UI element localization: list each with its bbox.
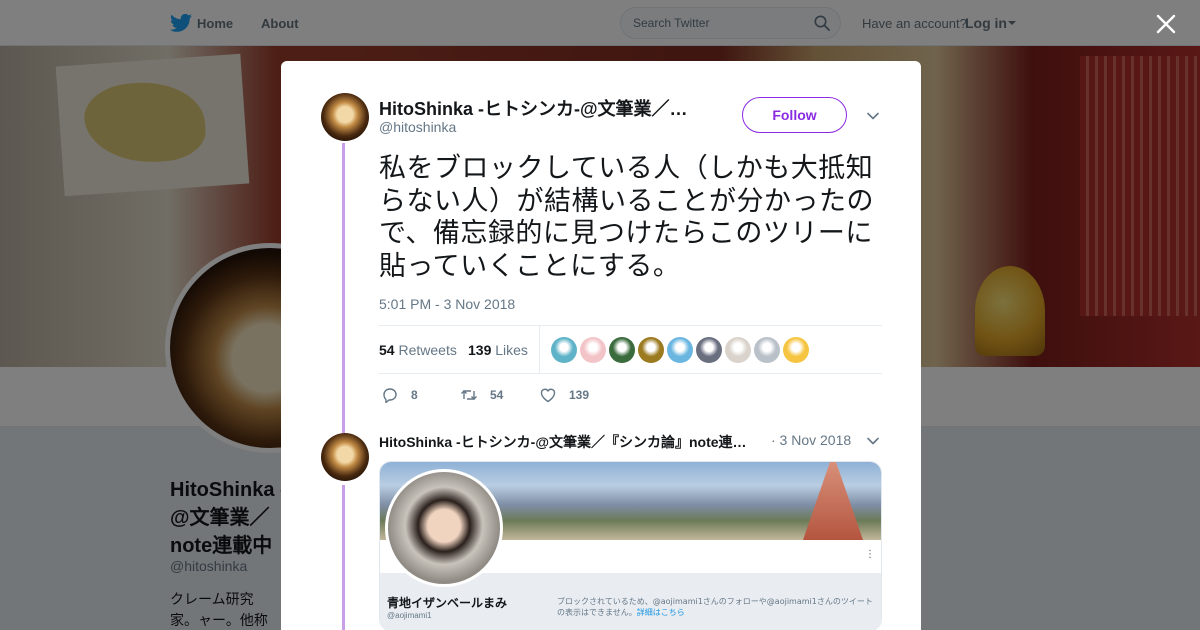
likes-label: Likes <box>495 342 528 358</box>
thread-line <box>342 143 345 433</box>
liker-avatar[interactable] <box>638 337 664 363</box>
tweet-author-handle[interactable]: @hitoshinka <box>379 119 456 135</box>
thread-line <box>342 485 345 630</box>
retweet-count: 54 <box>490 388 504 402</box>
reply-icon <box>383 388 397 404</box>
chevron-down-icon[interactable] <box>866 109 880 123</box>
tweet-modal: HitoShinka -ヒトシンカ-@文筆業／… @hitoshinka Fol… <box>281 61 921 630</box>
retweet-icon <box>461 390 477 400</box>
embed-details-link: 詳細はこちら <box>636 608 685 617</box>
tweet-author-name[interactable]: HitoShinka -ヒトシンカ-@文筆業／… <box>379 95 699 121</box>
embedded-screenshot[interactable]: ⋮ 青地イザンベールまみ @aojimami1 ブロックされているため、@aoj… <box>379 461 882 630</box>
liker-avatar[interactable] <box>667 337 693 363</box>
embed-blocked-note: ブロックされているため、@aojimami1さんのフォローや@aojimami1… <box>557 596 877 618</box>
retweets-count: 54 <box>379 342 395 358</box>
avatar[interactable] <box>321 433 369 481</box>
heart-icon <box>540 388 556 403</box>
like-count: 139 <box>569 388 590 402</box>
avatar[interactable] <box>321 93 369 141</box>
liker-avatar[interactable] <box>609 337 635 363</box>
embed-profile-name: 青地イザンベールまみ <box>387 596 508 610</box>
tweet-actions: 8 54 139 <box>379 385 779 405</box>
retweets-stat[interactable]: 54 Retweets <box>379 342 457 358</box>
likes-stat[interactable]: 139 Likes <box>468 342 528 358</box>
tweet-timestamp[interactable]: 5:01 PM - 3 Nov 2018 <box>379 296 515 312</box>
tweet-text: 私をブロックしている人（しかも大抵知らない人）が結構いることが分かったので、備忘… <box>379 153 874 282</box>
embed-profile-photo <box>385 469 503 587</box>
follow-button[interactable]: Follow <box>742 97 847 133</box>
liker-avatar[interactable] <box>754 337 780 363</box>
likes-count: 139 <box>468 342 492 358</box>
more-options-icon: ⋮ <box>865 549 875 560</box>
chevron-down-icon[interactable] <box>866 434 880 448</box>
retweets-label: Retweets <box>398 342 457 358</box>
reply-count: 8 <box>411 388 418 402</box>
tweet-stats: 54 Retweets 139 Likes <box>379 325 882 374</box>
divider <box>539 326 540 374</box>
liker-avatar[interactable] <box>580 337 606 363</box>
reply-author-name[interactable]: HitoShinka -ヒトシンカ-@文筆業／『シンカ論』note連載中 <box>379 432 759 452</box>
embed-note-text: ブロックされているため、@aojimami1さんのフォローや@aojimami1… <box>557 597 873 617</box>
liker-avatar[interactable] <box>725 337 751 363</box>
liker-avatar[interactable] <box>696 337 722 363</box>
liker-avatar[interactable] <box>551 337 577 363</box>
liker-avatar[interactable] <box>783 337 809 363</box>
reply-date[interactable]: · 3 Nov 2018 <box>771 432 851 448</box>
embed-profile-handle: @aojimami1 <box>387 611 432 620</box>
close-icon[interactable] <box>1156 14 1176 34</box>
